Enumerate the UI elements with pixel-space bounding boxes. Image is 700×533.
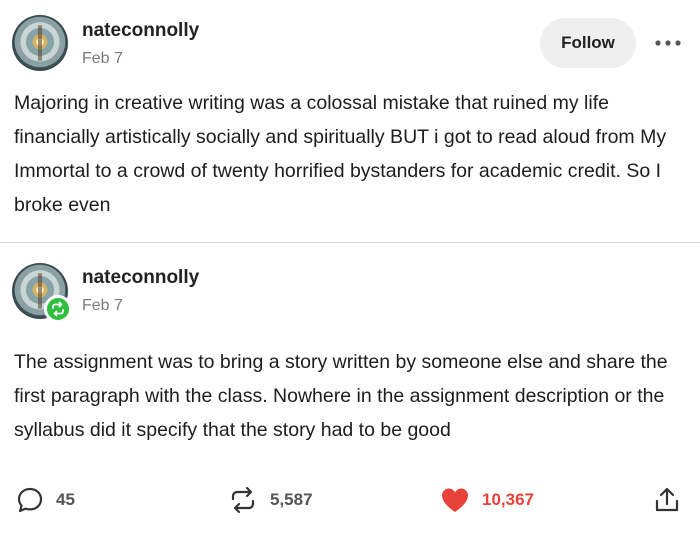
reblog-badge-icon [44, 295, 72, 323]
post-username[interactable]: nateconnolly [82, 267, 199, 289]
post-reply: nateconnolly Feb 7 The assignment was to… [0, 243, 700, 463]
heart-icon [442, 488, 468, 512]
like-count: 10,367 [482, 490, 534, 509]
share-button[interactable] [654, 482, 680, 518]
avatar[interactable] [12, 15, 68, 71]
more-options-button[interactable] [650, 28, 686, 58]
post-date[interactable]: Feb 7 [82, 50, 123, 68]
reply-count: 45 [56, 490, 75, 509]
like-button[interactable]: 10,367 [440, 482, 534, 518]
post-original: nateconnolly Feb 7 Follow Majoring in cr… [0, 0, 700, 242]
post-body-text: Majoring in creative writing was a colos… [14, 92, 667, 216]
follow-button[interactable]: Follow [540, 18, 636, 68]
more-dots-icon [655, 40, 681, 46]
post-username[interactable]: nateconnolly [82, 20, 199, 42]
reblog-button[interactable]: 5,587 [228, 482, 313, 518]
post-body-text: The assignment was to bring a story writ… [14, 351, 668, 441]
reply-button[interactable]: 45 [16, 482, 75, 518]
comment-bubble-icon [17, 487, 43, 513]
post-date[interactable]: Feb 7 [82, 297, 123, 315]
reblog-arrows-icon [231, 486, 255, 514]
post-actions-bar: 45 5,587 10,367 [0, 470, 700, 530]
reblog-count: 5,587 [270, 490, 313, 509]
share-upload-icon [655, 487, 679, 512]
